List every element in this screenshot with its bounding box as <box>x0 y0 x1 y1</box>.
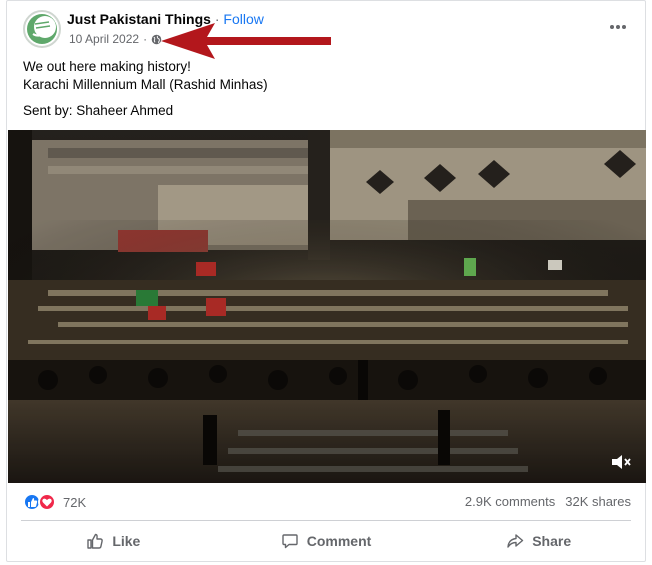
like-button[interactable]: Like <box>7 525 220 557</box>
annotation-arrow <box>161 23 331 59</box>
volume-muted-icon[interactable] <box>610 453 632 471</box>
divider <box>21 520 631 521</box>
reaction-icons <box>23 493 57 511</box>
post-video[interactable] <box>8 130 646 483</box>
post-text-line: Karachi Millennium Mall (Rashid Minhas) <box>23 77 268 92</box>
crowd-video-frame <box>8 130 646 483</box>
engagement-counts: 2.9K comments 32K shares <box>465 494 631 509</box>
comment-button[interactable]: Comment <box>220 525 433 557</box>
sent-by-text: Sent by: Shaheer Ahmed <box>23 103 174 118</box>
love-icon <box>38 493 56 511</box>
date-separator: · <box>143 32 148 46</box>
like-label: Like <box>112 533 141 549</box>
thumbs-up-icon <box>87 533 104 549</box>
reactions-summary[interactable]: 72K <box>23 491 86 513</box>
comments-count[interactable]: 2.9K comments <box>465 494 555 509</box>
more-options-icon[interactable] <box>607 17 629 37</box>
page-avatar[interactable] <box>23 10 61 48</box>
post-text: We out here making history! Karachi Mill… <box>23 58 268 120</box>
shares-count[interactable]: 32K shares <box>565 494 631 509</box>
page-logo-icon <box>27 14 57 44</box>
post-meta: 10 April 2022 · <box>69 32 162 46</box>
post-actions: Like Comment Share <box>7 525 645 557</box>
facebook-post-card: Just Pakistani Things · Follow 10 April … <box>6 0 646 562</box>
comment-icon <box>282 534 298 549</box>
post-date[interactable]: 10 April 2022 <box>69 32 139 46</box>
share-button[interactable]: Share <box>432 525 645 557</box>
comment-label: Comment <box>306 533 372 549</box>
share-label: Share <box>532 533 572 549</box>
share-icon <box>507 534 524 548</box>
post-text-line: We out here making history! <box>23 59 191 74</box>
reactions-count[interactable]: 72K <box>63 495 86 510</box>
